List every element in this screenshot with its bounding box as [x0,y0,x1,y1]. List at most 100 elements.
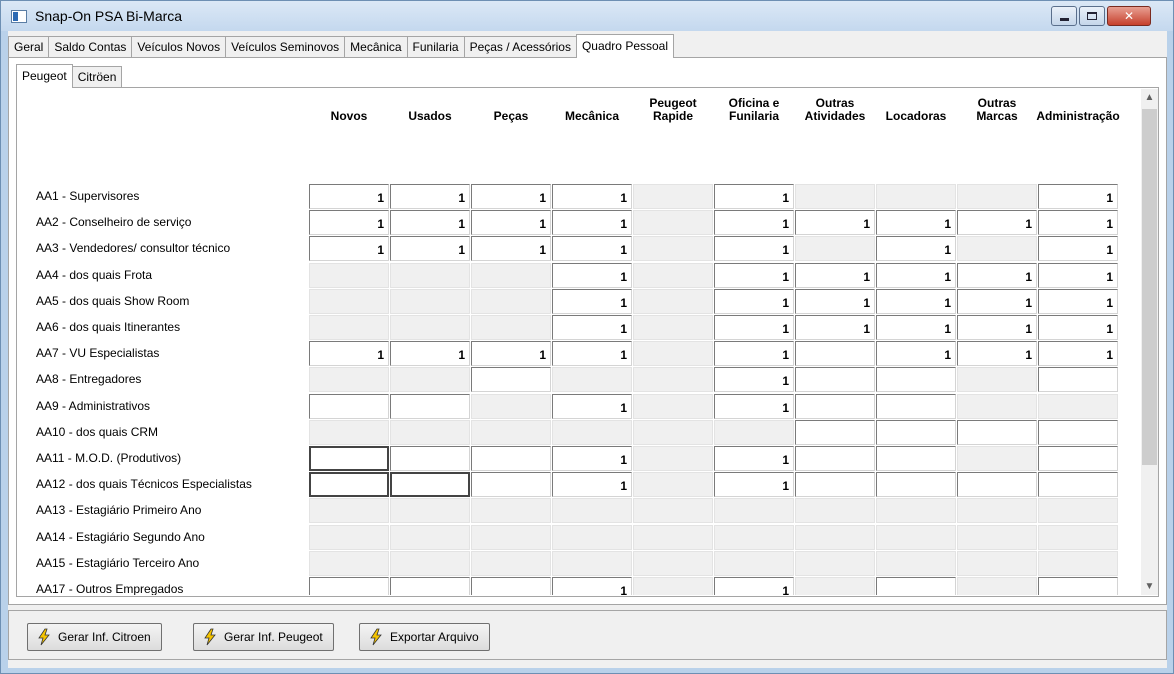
grid-input[interactable]: 1 [795,262,875,288]
grid-input[interactable] [309,446,389,471]
grid-input[interactable]: 1 [714,262,794,288]
tab-funilaria[interactable]: Funilaria [406,36,465,58]
scroll-up-icon[interactable]: ▲ [1141,89,1158,106]
grid-input[interactable]: 1 [552,184,632,209]
grid-input[interactable]: 1 [714,393,794,419]
grid-input[interactable]: 1 [552,472,632,498]
grid-input[interactable] [1038,577,1118,595]
close-button[interactable]: ✕ [1107,6,1151,26]
tab-citroen[interactable]: Citröen [71,66,123,88]
grid-input[interactable] [390,577,470,595]
grid-input[interactable] [795,472,875,498]
grid-input[interactable] [795,341,875,367]
grid-input[interactable]: 1 [957,288,1037,314]
grid-input[interactable] [876,446,956,471]
gerar-inf-peugeot-button[interactable]: Gerar Inf. Peugeot [193,623,334,651]
grid-input[interactable] [471,446,551,471]
grid-input[interactable]: 1 [876,210,956,236]
grid-input[interactable] [309,577,389,595]
grid-input[interactable] [876,393,956,419]
grid-input[interactable]: 1 [714,341,794,367]
grid-input[interactable] [471,472,551,498]
tab-mecanica[interactable]: Mecânica [344,36,408,58]
grid-input[interactable]: 1 [795,288,875,314]
grid-input[interactable] [957,472,1037,498]
grid-input[interactable]: 1 [714,315,794,340]
grid-input[interactable] [390,472,470,498]
grid-input[interactable]: 1 [714,472,794,498]
grid-input[interactable]: 1 [309,184,389,209]
title-bar[interactable]: Snap-On PSA Bi-Marca ✕ [1,1,1173,31]
grid-input[interactable]: 1 [795,315,875,340]
grid-input[interactable]: 1 [1038,262,1118,288]
grid-input[interactable]: 1 [714,367,794,393]
grid-input[interactable]: 1 [714,184,794,209]
gerar-inf-citroen-button[interactable]: Gerar Inf. Citroen [27,623,162,651]
scroll-thumb[interactable] [1142,109,1157,465]
maximize-button[interactable] [1079,6,1105,26]
grid-input[interactable]: 1 [471,236,551,262]
grid-input[interactable]: 1 [390,341,470,367]
grid-input[interactable]: 1 [714,446,794,471]
grid-input[interactable]: 1 [1038,184,1118,209]
grid-input[interactable]: 1 [390,236,470,262]
tab-peugeot[interactable]: Peugeot [16,64,73,88]
grid-input[interactable] [795,393,875,419]
grid-input[interactable] [1038,472,1118,498]
grid-input[interactable] [309,393,389,419]
tab-veiculos-seminovos[interactable]: Veículos Seminovos [225,36,346,58]
grid-input[interactable]: 1 [714,288,794,314]
grid-input[interactable]: 1 [714,236,794,262]
grid-input[interactable] [795,419,875,445]
grid-input[interactable] [471,577,551,595]
tab-quadro-pessoal[interactable]: Quadro Pessoal [575,34,675,58]
tab-geral[interactable]: Geral [8,36,50,58]
grid-input[interactable]: 1 [876,315,956,340]
grid-input[interactable] [795,446,875,471]
minimize-button[interactable] [1051,6,1077,26]
grid-input[interactable]: 1 [1038,315,1118,340]
grid-input[interactable]: 1 [714,210,794,236]
grid-input[interactable] [471,367,551,393]
grid-input[interactable]: 1 [552,236,632,262]
grid-input[interactable] [795,367,875,393]
grid-input[interactable]: 1 [552,262,632,288]
grid-input[interactable]: 1 [876,341,956,367]
tab-saldo-contas[interactable]: Saldo Contas [48,36,133,58]
grid-input[interactable]: 1 [471,210,551,236]
grid-input[interactable]: 1 [957,341,1037,367]
grid-input[interactable]: 1 [957,210,1037,236]
grid-input[interactable]: 1 [957,262,1037,288]
grid-input[interactable]: 1 [552,446,632,471]
grid-input[interactable] [390,393,470,419]
grid-input[interactable]: 1 [795,210,875,236]
grid-input[interactable]: 1 [1038,341,1118,367]
grid-input[interactable]: 1 [552,577,632,595]
grid-input[interactable] [309,472,389,498]
grid-input[interactable]: 1 [471,184,551,209]
tab-pecas-acessorios[interactable]: Peças / Acessórios [463,36,577,58]
grid-input[interactable] [1038,446,1118,471]
grid-input[interactable]: 1 [876,288,956,314]
grid-input[interactable] [876,472,956,498]
grid-input[interactable]: 1 [552,393,632,419]
grid-input[interactable]: 1 [309,341,389,367]
grid-input[interactable] [957,419,1037,445]
grid-input[interactable]: 1 [309,236,389,262]
tab-veiculos-novos[interactable]: Veículos Novos [131,36,227,58]
grid-input[interactable] [1038,367,1118,393]
grid-input[interactable] [1038,419,1118,445]
grid-input[interactable]: 1 [714,577,794,595]
grid-input[interactable]: 1 [309,210,389,236]
grid-input[interactable]: 1 [552,315,632,340]
grid-input[interactable] [390,446,470,471]
grid-input[interactable]: 1 [552,288,632,314]
grid-input[interactable]: 1 [1038,288,1118,314]
grid-input[interactable]: 1 [552,210,632,236]
vertical-scrollbar[interactable]: ▲ ▼ [1141,89,1158,595]
grid-input[interactable] [876,367,956,393]
grid-input[interactable]: 1 [1038,236,1118,262]
grid-input[interactable] [876,419,956,445]
grid-input[interactable]: 1 [552,341,632,367]
scroll-down-icon[interactable]: ▼ [1141,578,1158,595]
